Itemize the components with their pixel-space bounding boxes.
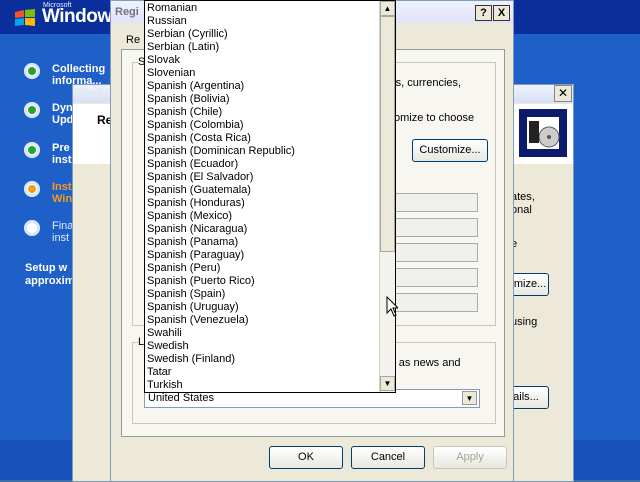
dropdown-option[interactable]: Swedish (Finland) [147, 353, 377, 366]
dropdown-option[interactable]: Spanish (Puerto Rico) [147, 275, 377, 288]
step-done-icon [24, 63, 40, 79]
step-pending-icon [24, 220, 40, 236]
dropdown-option[interactable]: Swedish [147, 340, 377, 353]
dropdown-option[interactable]: Spanish (Panama) [147, 236, 377, 249]
dropdown-option[interactable]: Slovak [147, 54, 377, 67]
dropdown-option[interactable]: Slovenian [147, 67, 377, 80]
dropdown-option[interactable]: Spanish (Chile) [147, 106, 377, 119]
fragment-text: using [511, 316, 538, 328]
dropdown-option[interactable]: Spanish (Bolivia) [147, 93, 377, 106]
standards-description: rs, currencies, [392, 77, 462, 89]
dropdown-option[interactable]: Spanish (Spain) [147, 288, 377, 301]
customize-button[interactable]: Customize... [412, 139, 488, 162]
scroll-down-icon[interactable]: ▼ [380, 376, 395, 391]
dropdown-option[interactable]: Turkish [147, 379, 377, 392]
dropdown-option[interactable]: Romanian [147, 2, 377, 15]
dropdown-option[interactable]: Tatar [147, 366, 377, 379]
dropdown-option[interactable]: Russian [147, 15, 377, 28]
cd-box-icon [519, 109, 567, 157]
help-icon[interactable]: ? [475, 5, 492, 21]
dropdown-option[interactable]: Spanish (Peru) [147, 262, 377, 275]
dropdown-option[interactable]: Spanish (Ecuador) [147, 158, 377, 171]
dropdown-option[interactable]: Swahili [147, 327, 377, 340]
fragment-text: onal [511, 204, 532, 216]
dropdown-scrollbar[interactable]: ▲ ▼ [379, 1, 395, 392]
background-window-title: Windo [76, 87, 110, 99]
location-selected-value: United States [148, 392, 215, 404]
customize-hint: omize to choose [394, 112, 475, 124]
step-label-line2: inst [52, 154, 72, 166]
mouse-pointer-icon [386, 296, 398, 317]
cancel-button[interactable]: Cancel [351, 446, 425, 469]
dropdown-option[interactable]: Serbian (Latin) [147, 41, 377, 54]
location-dropdown-list[interactable]: Romanian Russian Serbian (Cyrillic) Serbian… [144, 0, 396, 393]
dropdown-option[interactable]: Spanish (Paraguay) [147, 249, 377, 262]
scrollbar-thumb[interactable] [380, 16, 395, 252]
step-label-line2: Upd [52, 114, 74, 126]
dropdown-option[interactable]: Spanish (Uruguay) [147, 301, 377, 314]
dropdown-option[interactable]: Spanish (El Salvador) [147, 171, 377, 184]
step-current-icon [24, 181, 40, 197]
step-done-icon [24, 142, 40, 158]
chevron-down-icon[interactable]: ▼ [462, 391, 477, 405]
step-done-icon [24, 102, 40, 118]
scroll-up-icon[interactable]: ▲ [380, 1, 395, 16]
ok-button[interactable]: OK [269, 446, 343, 469]
close-icon[interactable]: X [493, 5, 510, 21]
tab-regional-options[interactable]: Re [126, 34, 140, 46]
dropdown-option[interactable]: Spanish (Nicaragua) [147, 223, 377, 236]
dropdown-option[interactable]: Spanish (Argentina) [147, 80, 377, 93]
dropdown-option[interactable]: Spanish (Mexico) [147, 210, 377, 223]
step-label-line2: inst [52, 232, 70, 244]
apply-button[interactable]: Apply [433, 446, 507, 469]
step-label-line2: Win [52, 193, 73, 205]
background-close-icon[interactable]: ✕ [554, 85, 572, 102]
dropdown-option[interactable]: Spanish (Guatemala) [147, 184, 377, 197]
dropdown-option[interactable]: Spanish (Venezuela) [147, 314, 377, 327]
dropdown-items: Romanian Russian Serbian (Cyrillic) Serbian… [147, 2, 377, 392]
dropdown-option[interactable]: Spanish (Honduras) [147, 197, 377, 210]
dropdown-option[interactable]: Spanish (Colombia) [147, 119, 377, 132]
windows-flag-icon [15, 9, 35, 26]
dropdown-option[interactable]: Spanish (Dominican Republic) [147, 145, 377, 158]
dialog-title: Regi [115, 6, 139, 18]
fragment-text: ates, [511, 191, 535, 203]
dropdown-option[interactable]: Spanish (Costa Rica) [147, 132, 377, 145]
dropdown-option[interactable]: Serbian (Cyrillic) [147, 28, 377, 41]
